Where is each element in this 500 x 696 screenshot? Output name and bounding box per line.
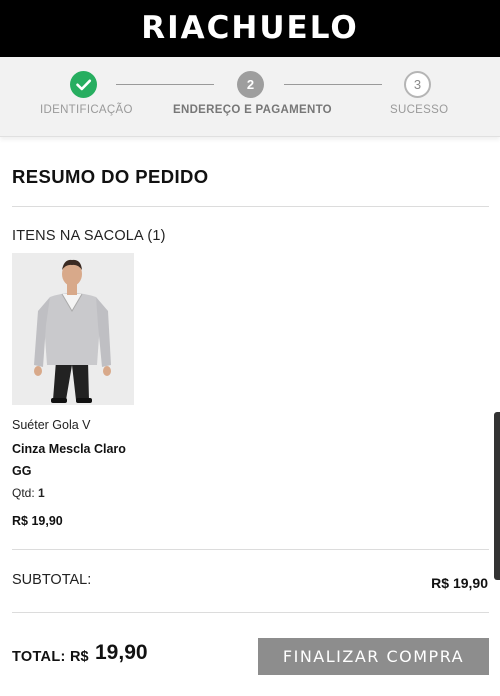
step-identification-check-icon xyxy=(70,71,97,98)
product-image[interactable] xyxy=(12,253,134,405)
product-quantity: Qtd: 1 xyxy=(12,486,45,500)
top-header: RIACHUELO xyxy=(0,0,500,57)
step-label-address-payment: ENDEREÇO E PAGAMENTO xyxy=(173,104,332,116)
total-label: TOTAL: xyxy=(12,649,66,665)
subtotal-label: SUBTOTAL: xyxy=(12,572,92,588)
finalize-purchase-button[interactable]: FINALIZAR COMPRA xyxy=(258,638,489,675)
divider xyxy=(12,612,489,613)
divider xyxy=(12,206,489,207)
quantity-value: 1 xyxy=(38,486,45,500)
step-number-success: 3 xyxy=(404,71,431,98)
step-label-success: SUCESSO xyxy=(390,104,449,116)
step-connector xyxy=(116,84,214,85)
product-price: R$ 19,90 xyxy=(12,514,63,528)
subtotal-value: R$ 19,90 xyxy=(431,575,488,591)
scrollbar[interactable] xyxy=(494,412,500,580)
order-summary-title: RESUMO DO PEDIDO xyxy=(12,166,209,187)
product-name: Suéter Gola V xyxy=(12,418,91,432)
checkout-steps: 2 3 IDENTIFICAÇÃO ENDEREÇO E PAGAMENTO S… xyxy=(0,57,500,137)
step-label-identification: IDENTIFICAÇÃO xyxy=(40,104,133,116)
product-size: GG xyxy=(12,464,32,478)
bag-items-header: ITENS NA SACOLA (1) xyxy=(12,228,166,244)
step-number-address-payment: 2 xyxy=(237,71,264,98)
total-currency: R$ xyxy=(70,649,89,665)
total-value: 19,90 xyxy=(95,641,148,664)
product-color: Cinza Mescla Claro xyxy=(12,442,126,456)
divider xyxy=(12,549,489,550)
brand-logo[interactable]: RIACHUELO xyxy=(0,8,500,48)
quantity-label: Qtd: xyxy=(12,486,35,500)
step-connector xyxy=(284,84,382,85)
